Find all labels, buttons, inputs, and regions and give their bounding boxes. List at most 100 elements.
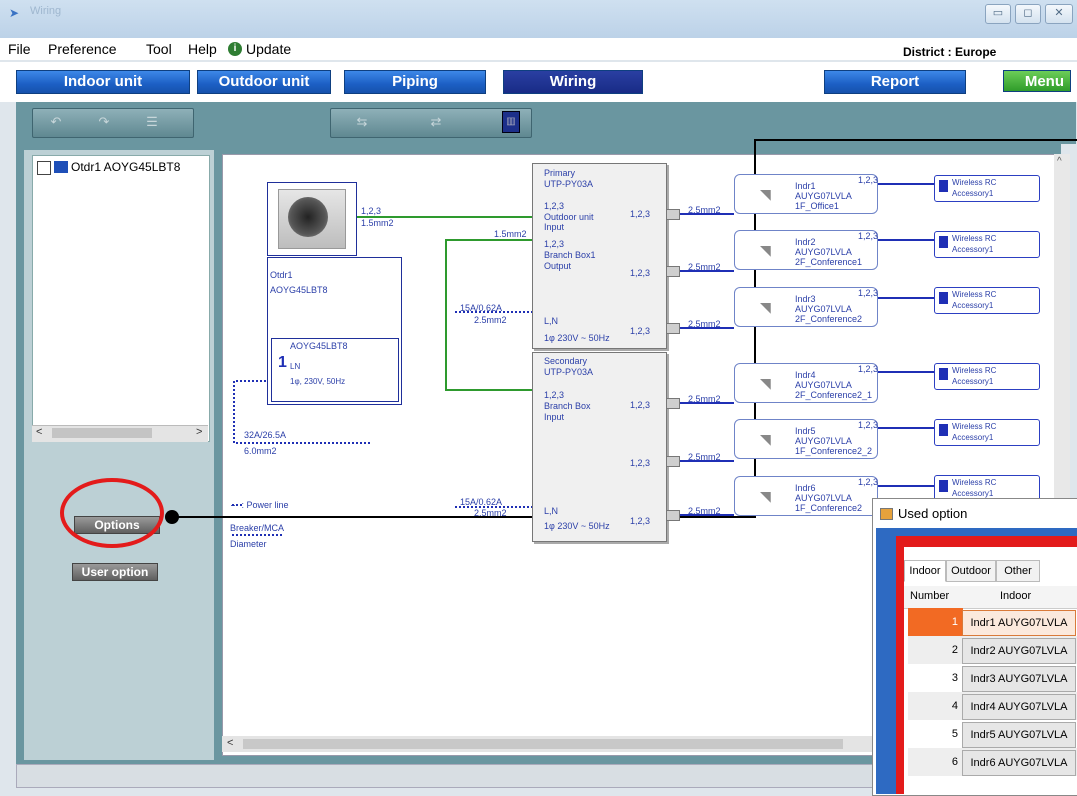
primary-breaker: 15A/0.62A (460, 303, 503, 313)
rc-6-line2: Accessory1 (952, 489, 994, 498)
secondary-t3: Input (544, 412, 565, 422)
tab-other[interactable]: Other (996, 560, 1040, 582)
indoor-3-room: 2F_Conference2 (795, 314, 863, 324)
indoor-4-room: 2F_Conference2_1 (795, 390, 873, 400)
indoor-unit-icon: ◥ (760, 299, 771, 315)
col-indoor: Indoor (1000, 590, 1032, 602)
branch-cable-size: 1.5mm2 (494, 229, 527, 239)
indoor-4-name: Indr4 (795, 370, 816, 380)
cable-size-5: 2.5mm2 (688, 452, 721, 462)
secondary-ln: L,N (544, 506, 559, 516)
tab-indoor[interactable]: Indoor (904, 560, 946, 582)
primary-breaker-size: 2.5mm2 (474, 315, 507, 325)
connector (666, 398, 680, 409)
indoor-1-name: Indr1 (795, 181, 816, 191)
row-6-value[interactable]: Indr6 AUYG07LVLA (962, 750, 1076, 776)
indoor-5-name: Indr5 (795, 426, 816, 436)
cable-size-4: 2.5mm2 (688, 394, 721, 404)
rc-4-line1: Wireless RC (952, 366, 997, 375)
cable-size-6: 2.5mm2 (688, 506, 721, 516)
rc-5-line1: Wireless RC (952, 422, 997, 431)
row-2-value[interactable]: Indr2 AUYG07LVLA (962, 638, 1076, 664)
row-1-number: 1 (951, 616, 958, 628)
connector (666, 456, 680, 467)
rc-5-line2: Accessory1 (952, 433, 994, 442)
row-4-value[interactable]: Indr4 AUYG07LVLA (962, 694, 1076, 720)
primary-port-3: 1,2,3 (630, 326, 651, 336)
outdoor-name: Otdr1 (270, 270, 293, 280)
indoor-unit-icon: ◥ (760, 375, 771, 391)
indoor-6-name: Indr6 (795, 483, 816, 493)
cable-size-1: 2.5mm2 (688, 205, 721, 215)
row-6-number: 6 (951, 756, 958, 768)
indoor-4-model: AUYG07LVLA (795, 380, 852, 390)
indoor-1-model: AUYG07LVLA (795, 191, 852, 201)
indoor-6-model: AUYG07LVLA (795, 493, 852, 503)
rc-2-line2: Accessory1 (952, 245, 994, 254)
row-5-value[interactable]: Indr5 AUYG07LVLA (962, 722, 1076, 748)
dialog-title: Used option (898, 506, 968, 521)
outdoor-cable-spec: 1,2,3 (361, 206, 382, 216)
outdoor-breaker-size: 6.0mm2 (244, 446, 277, 456)
outdoor-breaker: 32A/26.5A (244, 430, 287, 440)
legend-diameter: Diameter (230, 539, 267, 549)
indoor-5-model: AUYG07LVLA (795, 436, 852, 446)
rc-2-line1: Wireless RC (952, 234, 997, 243)
remote-icon (939, 480, 948, 492)
secondary-t2: Branch Box (544, 401, 591, 411)
primary-t6: Output (544, 261, 572, 271)
indoor-1-term: 1,2,3 (858, 175, 879, 185)
primary-t3: Input (544, 222, 565, 232)
secondary-t1: 1,2,3 (544, 390, 565, 400)
outdoor-cable-size: 1.5mm2 (361, 218, 394, 228)
indoor-unit-icon: ◥ (760, 431, 771, 447)
rc-1-line2: Accessory1 (952, 189, 994, 198)
outdoor-model: AOYG45LBT8 (270, 285, 328, 295)
remote-icon (939, 424, 948, 436)
row-3-number: 3 (951, 672, 958, 684)
secondary-port-1: 1,2,3 (630, 400, 651, 410)
remote-icon (939, 180, 948, 192)
row-3-value[interactable]: Indr3 AUYG07LVLA (962, 666, 1076, 692)
rc-1-line1: Wireless RC (952, 178, 997, 187)
primary-t1: 1,2,3 (544, 201, 565, 211)
connector (666, 510, 680, 521)
indoor-2-name: Indr2 (795, 237, 816, 247)
primary-t2: Outdoor unit (544, 212, 594, 222)
rc-3-line2: Accessory1 (952, 301, 994, 310)
secondary-breaker-size: 2.5mm2 (474, 508, 507, 518)
rc-3-line1: Wireless RC (952, 290, 997, 299)
primary-t5: Branch Box1 (544, 250, 596, 260)
indoor-unit-icon: ◥ (760, 488, 771, 504)
primary-supply: 1φ 230V ~ 50Hz (544, 333, 610, 343)
secondary-title: Secondary (544, 356, 588, 366)
connector (666, 323, 680, 334)
legend-power-line: ··· : Power line (230, 500, 289, 510)
outdoor-unit-image[interactable] (267, 182, 357, 256)
secondary-supply: 1φ 230V ~ 50Hz (544, 521, 610, 531)
connector (666, 266, 680, 277)
indoor-3-model: AUYG07LVLA (795, 304, 852, 314)
secondary-port-2: 1,2,3 (630, 458, 651, 468)
indoor-unit-icon: ◥ (760, 186, 771, 202)
indoor-2-model: AUYG07LVLA (795, 247, 852, 257)
row-1-value[interactable]: Indr1 AUYG07LVLA (962, 610, 1076, 636)
outdoor-inner-model: AOYG45LBT8 (290, 341, 348, 351)
tab-outdoor[interactable]: Outdoor (946, 560, 996, 582)
indoor-6-room: 1F_Conference2 (795, 503, 863, 513)
indoor-5-room: 1F_Conference2_2 (795, 446, 873, 456)
dialog-icon (880, 508, 893, 520)
primary-t4: 1,2,3 (544, 239, 565, 249)
primary-port-2: 1,2,3 (630, 268, 651, 278)
outdoor-supply: 1φ, 230V, 50Hz (290, 377, 346, 386)
indoor-3-term: 1,2,3 (858, 288, 879, 298)
indoor-2-room: 2F_Conference1 (795, 257, 863, 267)
outdoor-ln: LN (290, 362, 301, 371)
indoor-unit-icon: ◥ (760, 242, 771, 258)
indoor-5-term: 1,2,3 (858, 420, 879, 430)
row-2-number: 2 (951, 644, 958, 656)
indoor-6-term: 1,2,3 (858, 477, 879, 487)
remote-icon (939, 292, 948, 304)
cable-size-2: 2.5mm2 (688, 262, 721, 272)
connector (666, 209, 680, 220)
